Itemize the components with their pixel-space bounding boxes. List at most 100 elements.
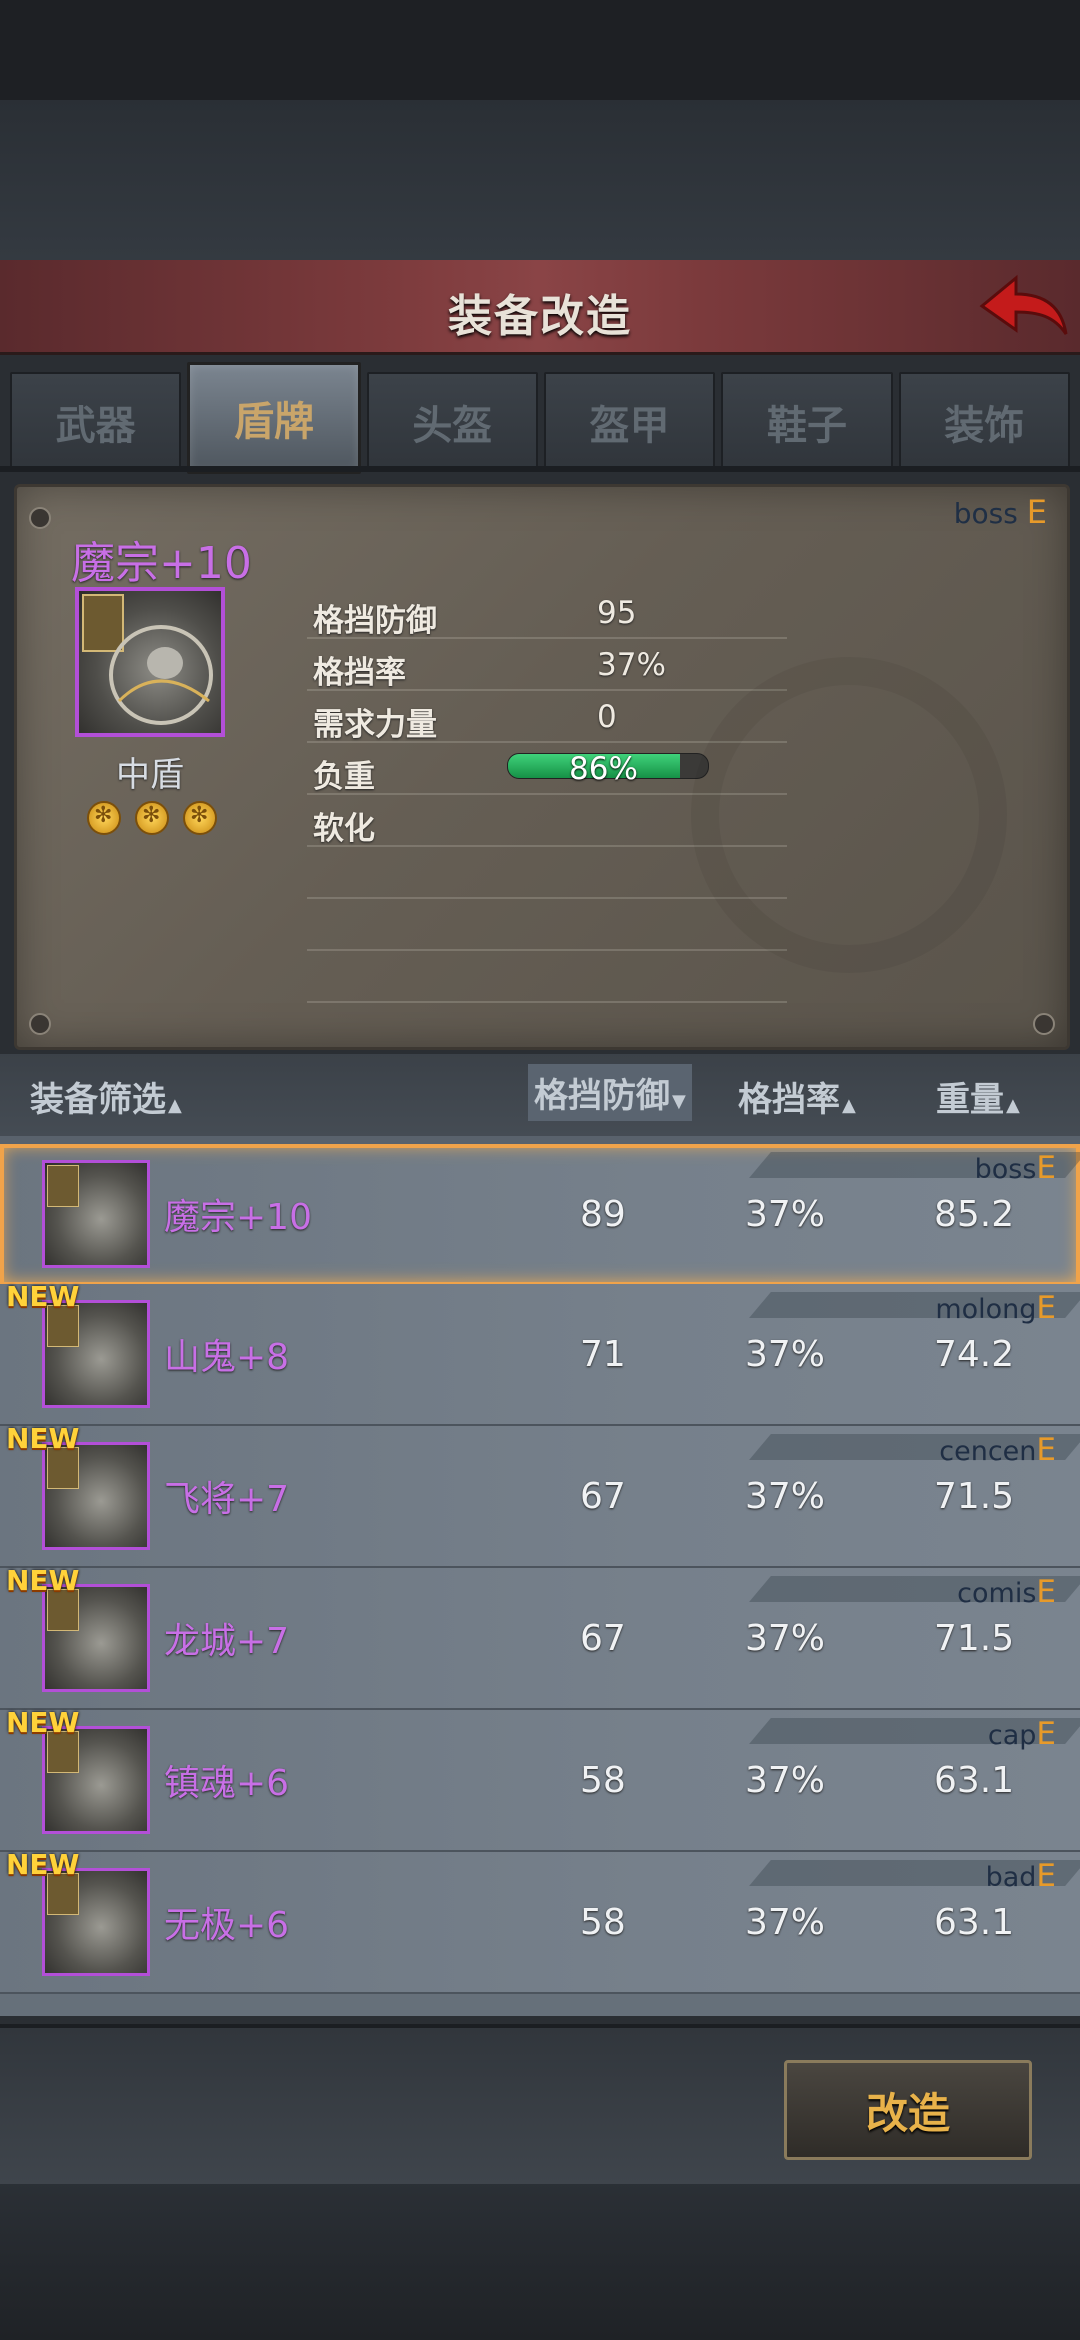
star-rating <box>87 801 217 835</box>
sort-block-rate[interactable]: 格挡率 ▲ <box>738 1072 856 1121</box>
item-name: 无极+6 <box>164 1905 290 1946</box>
stat-row-weight: 负重 86% <box>307 743 787 795</box>
block-def-value: 58 <box>580 1902 626 1943</box>
source-grade-tag: cencenE <box>939 1432 1056 1468</box>
block-def-value: 71 <box>580 1334 626 1375</box>
bottom-action-bar: 改造 <box>0 2024 1080 2184</box>
grade-label: E <box>1036 1716 1056 1752</box>
list-item[interactable]: comisE NEW 龙城+7 67 37% 71.5 <box>0 1564 1080 1710</box>
list-item[interactable]: badE NEW 无极+6 58 37% 63.1 <box>0 1848 1080 1994</box>
new-badge: NEW <box>6 1564 80 1597</box>
weight-value: 63.1 <box>934 1760 1015 1801</box>
stats-list: 格挡防御 95 格挡率 37% 需求力量 0 负重 86% 软化 <box>307 587 787 1003</box>
filter-button[interactable]: 装备筛选 ▲ <box>30 1072 182 1121</box>
list-item[interactable]: cencenE NEW 飞将+7 67 37% 71.5 <box>0 1422 1080 1568</box>
tab-shoes[interactable]: 鞋子 <box>721 372 893 472</box>
page-title: 装备改造 <box>448 291 632 342</box>
sort-down-icon: ▼ <box>672 1091 686 1112</box>
rivet-icon <box>29 507 51 529</box>
source-label: boss <box>974 1154 1037 1185</box>
stat-label: 负重 <box>313 759 375 795</box>
stat-row-empty <box>307 899 787 951</box>
back-arrow-icon <box>979 274 1068 335</box>
source-label: bad <box>985 1862 1037 1893</box>
sort-block-def[interactable]: 格挡防御 ▼ <box>528 1064 692 1121</box>
shield-icon <box>42 1442 150 1550</box>
tab-armor[interactable]: 盔甲 <box>543 372 716 472</box>
tab-shield[interactable]: 盾牌 <box>187 362 361 474</box>
shield-art <box>82 594 213 725</box>
item-name: 魔宗+10 <box>71 538 252 589</box>
block-def-value: 58 <box>580 1760 626 1801</box>
item-detail-panel: boss E 魔宗+10 中盾 格挡防御 95 格挡率 37% 需求力量 0 负… <box>14 484 1070 1050</box>
col-block-def-label: 格挡防御 <box>534 1076 670 1116</box>
rivet-icon <box>29 1013 51 1035</box>
stat-label: 格挡率 <box>313 655 406 691</box>
item-name: 龙城+7 <box>164 1621 290 1662</box>
source-label: comis <box>957 1578 1037 1609</box>
shield-icon <box>42 1160 150 1268</box>
new-badge: NEW <box>6 1848 80 1881</box>
tabs-divider <box>0 466 1080 472</box>
weight-value: 71.5 <box>934 1618 1015 1659</box>
list-item[interactable]: molongE NEW 山鬼+8 71 37% 74.2 <box>0 1280 1080 1426</box>
block-def-value: 89 <box>580 1194 626 1235</box>
item-name: 飞将+7 <box>164 1479 290 1520</box>
shield-icon <box>42 1868 150 1976</box>
sort-up-icon: ▲ <box>168 1095 182 1116</box>
equipment-list[interactable]: bossE 魔宗+10 89 37% 85.2 molongE NEW 山鬼+8… <box>0 1136 1080 2016</box>
block-def-value: 67 <box>580 1476 626 1517</box>
stat-row-block-rate: 格挡率 37% <box>307 639 787 691</box>
header-bar: 装备改造 <box>0 260 1080 355</box>
stat-label: 软化 <box>313 811 375 847</box>
stat-row-str-req: 需求力量 0 <box>307 691 787 743</box>
shield-icon <box>42 1584 150 1692</box>
col-weight-label: 重量 <box>936 1080 1004 1120</box>
new-badge: NEW <box>6 1706 80 1739</box>
item-type: 中盾 <box>116 755 184 795</box>
item-name: 魔宗+10 <box>164 1197 312 1238</box>
stat-label: 需求力量 <box>313 707 437 743</box>
block-rate-value: 37% <box>745 1618 826 1659</box>
sort-up-icon: ▲ <box>842 1095 856 1116</box>
weight-value: 85.2 <box>934 1194 1015 1235</box>
shield-icon <box>75 587 225 737</box>
grade-label: E <box>1026 493 1047 531</box>
weight-value: 63.1 <box>934 1902 1015 1943</box>
stat-label: 格挡防御 <box>313 603 437 639</box>
filter-label: 装备筛选 <box>30 1080 166 1120</box>
sort-up-icon: ▲ <box>1006 1095 1020 1116</box>
new-badge: NEW <box>6 1280 80 1313</box>
tab-weapon[interactable]: 武器 <box>10 372 182 472</box>
block-rate-value: 37% <box>745 1334 826 1375</box>
grade-label: E <box>1036 1150 1056 1186</box>
list-item[interactable]: capE NEW 镇魂+6 58 37% 63.1 <box>0 1706 1080 1852</box>
sort-weight[interactable]: 重量 ▲ <box>936 1072 1020 1121</box>
source-grade-tag: bossE <box>975 1150 1056 1186</box>
stat-value: 95 <box>597 595 637 631</box>
source-grade-tag: comisE <box>957 1574 1056 1610</box>
block-def-value: 67 <box>580 1618 626 1659</box>
tab-helmet[interactable]: 头盔 <box>366 372 538 472</box>
remake-button[interactable]: 改造 <box>784 2060 1032 2160</box>
stat-value: 37% <box>597 647 666 683</box>
source-grade-tag: capE <box>988 1716 1056 1752</box>
block-rate-value: 37% <box>745 1476 826 1517</box>
category-tabs: 武器 盾牌 头盔 盔甲 鞋子 装饰 <box>10 362 1070 474</box>
back-button[interactable] <box>976 268 1072 344</box>
stat-value: 0 <box>597 699 617 735</box>
grade-label: E <box>1036 1290 1056 1326</box>
grade-label: E <box>1036 1432 1056 1468</box>
tab-accessory[interactable]: 装饰 <box>898 372 1070 472</box>
item-name: 镇魂+6 <box>164 1763 290 1804</box>
block-rate-value: 37% <box>745 1194 826 1235</box>
star-icon <box>87 801 121 835</box>
source-label: cencen <box>939 1436 1037 1467</box>
source-grade-tag: molongE <box>935 1290 1056 1326</box>
list-item[interactable]: bossE 魔宗+10 89 37% 85.2 <box>0 1144 1080 1286</box>
source-label: molong <box>935 1294 1037 1325</box>
top-background <box>0 100 1080 260</box>
star-icon <box>183 801 217 835</box>
stat-row-soften: 软化 <box>307 795 787 847</box>
weight-value: 74.2 <box>934 1334 1015 1375</box>
